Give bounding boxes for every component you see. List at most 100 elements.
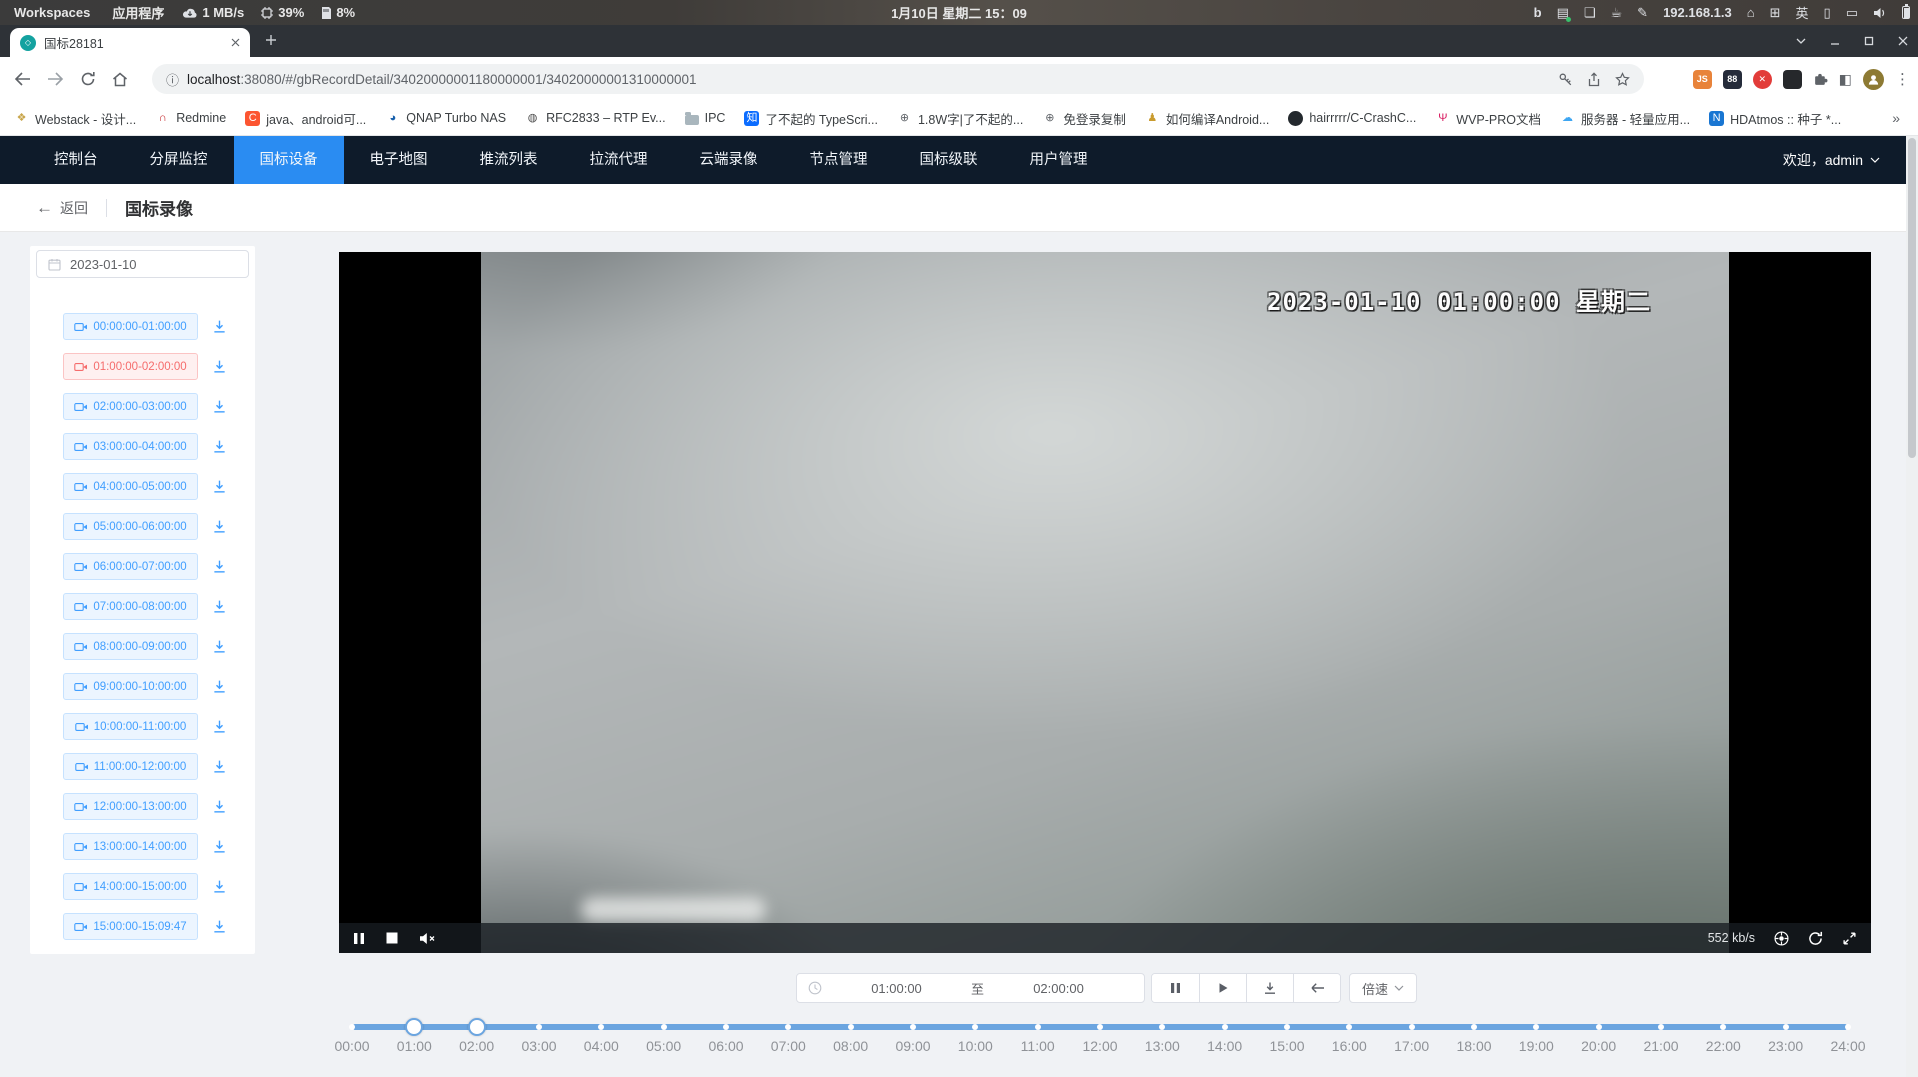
tab-close-icon[interactable] xyxy=(231,38,240,47)
bookmark-item[interactable]: hairrrrr/C-CrashC... xyxy=(1288,111,1416,126)
bookmark-item[interactable]: ☁ 服务器 - 轻量应用... xyxy=(1560,109,1690,128)
tablet-icon[interactable]: ▯ xyxy=(1824,5,1831,21)
new-tab-button[interactable] xyxy=(258,27,284,53)
download-icon[interactable] xyxy=(212,719,227,734)
applications-button[interactable]: 应用程序 xyxy=(112,3,164,22)
stop-icon[interactable] xyxy=(386,932,398,944)
download-icon[interactable] xyxy=(212,679,227,694)
battery-icon[interactable] xyxy=(1902,6,1910,19)
nav-item-3[interactable]: 国标设备 xyxy=(234,136,344,184)
segment-button[interactable]: 03:00:00-04:00:00 xyxy=(63,433,198,460)
mute-icon[interactable] xyxy=(419,932,436,945)
time-range-input[interactable]: 01:00:00 至 02:00:00 xyxy=(796,973,1145,1003)
bookmark-item[interactable]: Ψ WVP-PRO文档 xyxy=(1435,109,1541,128)
fullscreen-icon[interactable] xyxy=(1842,931,1857,946)
refresh-icon[interactable] xyxy=(1808,931,1823,946)
copy-icon[interactable]: ❏ xyxy=(1584,5,1596,21)
download-icon[interactable] xyxy=(212,439,227,454)
browser-menu-kebab-icon[interactable]: ⋮ xyxy=(1895,70,1910,88)
nav-item-6[interactable]: 拉流代理 xyxy=(564,136,674,184)
download-icon[interactable] xyxy=(212,599,227,614)
slider-handle[interactable] xyxy=(405,1018,423,1036)
bookmark-item[interactable]: ❖ Webstack - 设计... xyxy=(14,109,136,128)
side-panel-icon[interactable]: ◧ xyxy=(1839,71,1852,88)
download-icon[interactable] xyxy=(212,919,227,934)
blocker-extension-icon[interactable]: ✕ xyxy=(1753,70,1772,89)
nav-item-8[interactable]: 节点管理 xyxy=(784,136,894,184)
download-icon[interactable] xyxy=(212,479,227,494)
download-icon[interactable] xyxy=(212,359,227,374)
bing-icon[interactable]: b xyxy=(1534,5,1542,20)
bookmark-item[interactable]: ♟ 如何编译Android... xyxy=(1145,109,1270,128)
range-end-value[interactable]: 02:00:00 xyxy=(984,981,1133,996)
segment-button[interactable]: 01:00:00-02:00:00 xyxy=(63,353,198,380)
browser-tab[interactable]: ◇ 国标28181 xyxy=(10,28,250,57)
coffee-icon[interactable]: ☕ xyxy=(1611,5,1623,21)
segment-button[interactable]: 00:00:00-01:00:00 xyxy=(63,313,198,340)
segment-button[interactable]: 14:00:00-15:00:00 xyxy=(63,873,198,900)
page-scrollbar[interactable] xyxy=(1906,136,1918,1077)
tab-search-chevron-icon[interactable] xyxy=(1796,38,1806,44)
input-method-indicator[interactable]: 英 xyxy=(1796,3,1809,22)
segment-button[interactable]: 09:00:00-10:00:00 xyxy=(63,673,198,700)
volume-icon[interactable] xyxy=(1873,7,1887,19)
home-icon[interactable]: ⌂ xyxy=(1747,5,1755,20)
minimize-window-icon[interactable] xyxy=(1830,36,1840,46)
nav-item-7[interactable]: 云端录像 xyxy=(674,136,784,184)
segment-button[interactable]: 13:00:00-14:00:00 xyxy=(63,833,198,860)
bookmark-item[interactable]: ⊕ 1.8W字|了不起的... xyxy=(897,109,1023,128)
date-picker-input[interactable]: 2023-01-10 xyxy=(36,250,249,278)
bookmark-item[interactable]: ◍ RFC2833 – RTP Ev... xyxy=(525,111,666,126)
nav-item-5[interactable]: 推流列表 xyxy=(454,136,564,184)
bookmark-item[interactable]: ∩ Redmine xyxy=(155,111,226,126)
pause-icon[interactable] xyxy=(353,932,365,945)
download-icon[interactable] xyxy=(212,879,227,894)
bookmark-item[interactable]: ◕ QNAP Turbo NAS xyxy=(385,111,506,126)
home-icon[interactable] xyxy=(112,72,128,87)
download-record-button[interactable] xyxy=(1246,974,1293,1002)
nav-item-9[interactable]: 国标级联 xyxy=(894,136,1004,184)
display-icon[interactable]: ▭ xyxy=(1846,5,1858,21)
bookmark-item[interactable]: C java、android可... xyxy=(245,109,366,128)
bookmark-item[interactable]: 知 了不起的 TypeScri... xyxy=(744,109,878,128)
nav-item-10[interactable]: 用户管理 xyxy=(1004,136,1114,184)
bookmarks-overflow-chevron[interactable]: » xyxy=(1892,110,1900,126)
bookmark-item[interactable]: N HDAtmos :: 种子 *... xyxy=(1709,109,1841,128)
segment-button[interactable]: 08:00:00-09:00:00 xyxy=(63,633,198,660)
color-picker-icon[interactable]: ✎ xyxy=(1637,5,1648,21)
play-button[interactable] xyxy=(1199,974,1246,1002)
profile-avatar[interactable] xyxy=(1863,69,1884,90)
workspaces-switcher-icon[interactable]: ⊞ xyxy=(1770,5,1781,21)
forward-icon[interactable] xyxy=(47,72,64,86)
badge-88-extension-icon[interactable]: 88 xyxy=(1723,70,1742,89)
segment-button[interactable]: 07:00:00-08:00:00 xyxy=(63,593,198,620)
nav-item-4[interactable]: 电子地图 xyxy=(344,136,454,184)
segment-button[interactable]: 02:00:00-03:00:00 xyxy=(63,393,198,420)
back-button[interactable]: ← 返回 xyxy=(36,198,88,218)
puzzle-extensions-icon[interactable] xyxy=(1813,72,1828,87)
download-icon[interactable] xyxy=(212,759,227,774)
user-menu[interactable]: 欢迎，admin xyxy=(1783,136,1918,184)
site-info-icon[interactable]: ⓘ xyxy=(166,70,179,89)
slider-handle[interactable] xyxy=(468,1018,486,1036)
snapshot-aperture-icon[interactable] xyxy=(1774,931,1789,946)
nav-item-1[interactable]: 控制台 xyxy=(28,136,124,184)
segment-button[interactable]: 06:00:00-07:00:00 xyxy=(63,553,198,580)
bookmark-item[interactable]: IPC xyxy=(685,111,726,125)
close-window-icon[interactable] xyxy=(1898,36,1908,46)
range-start-value[interactable]: 01:00:00 xyxy=(822,981,971,996)
download-icon[interactable] xyxy=(212,519,227,534)
download-icon[interactable] xyxy=(212,839,227,854)
seek-back-button[interactable] xyxy=(1293,974,1340,1002)
dark-extension-icon[interactable] xyxy=(1783,70,1802,89)
segment-button[interactable]: 12:00:00-13:00:00 xyxy=(63,793,198,820)
segment-button[interactable]: 15:00:00-15:09:47 xyxy=(63,913,198,940)
video-player[interactable]: 2023-01-10 01:00:00 星期二 552 kb/s xyxy=(339,252,1871,953)
nav-item-2[interactable]: 分屏监控 xyxy=(124,136,234,184)
download-icon[interactable] xyxy=(212,799,227,814)
bookmark-item[interactable]: ⊕ 免登录复制 xyxy=(1042,109,1126,128)
workspaces-button[interactable]: Workspaces xyxy=(14,5,90,20)
notes-icon[interactable]: ▤ xyxy=(1557,5,1569,21)
segment-button[interactable]: 10:00:00-11:00:00 xyxy=(63,713,198,740)
download-icon[interactable] xyxy=(212,559,227,574)
